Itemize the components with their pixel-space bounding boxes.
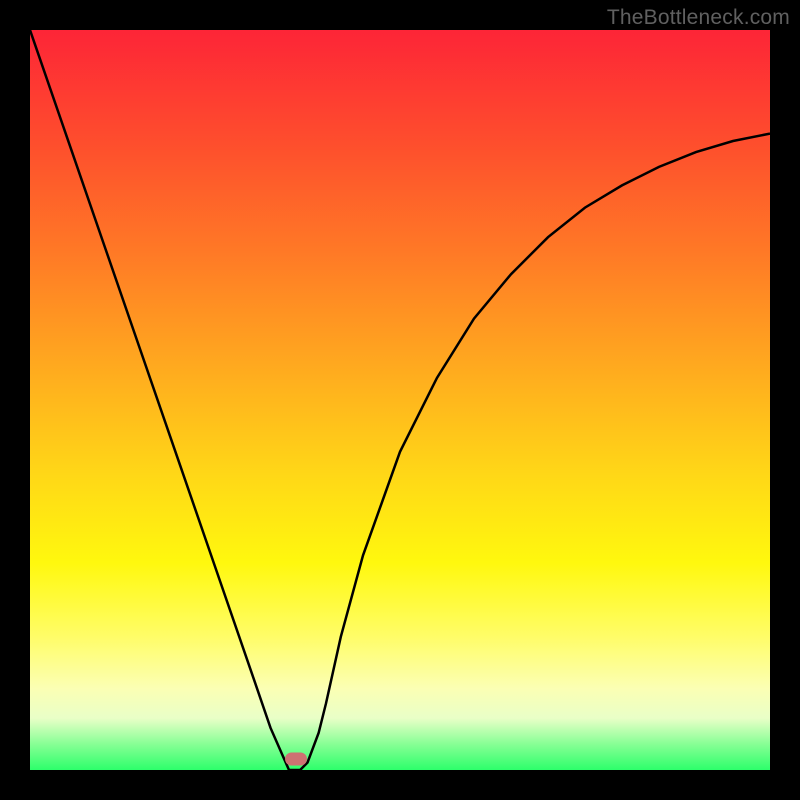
chart-frame: TheBottleneck.com: [0, 0, 800, 800]
curve-line: [30, 30, 770, 770]
minimum-marker: [285, 752, 307, 765]
watermark-text: TheBottleneck.com: [607, 6, 790, 30]
plot-area: [30, 30, 770, 770]
